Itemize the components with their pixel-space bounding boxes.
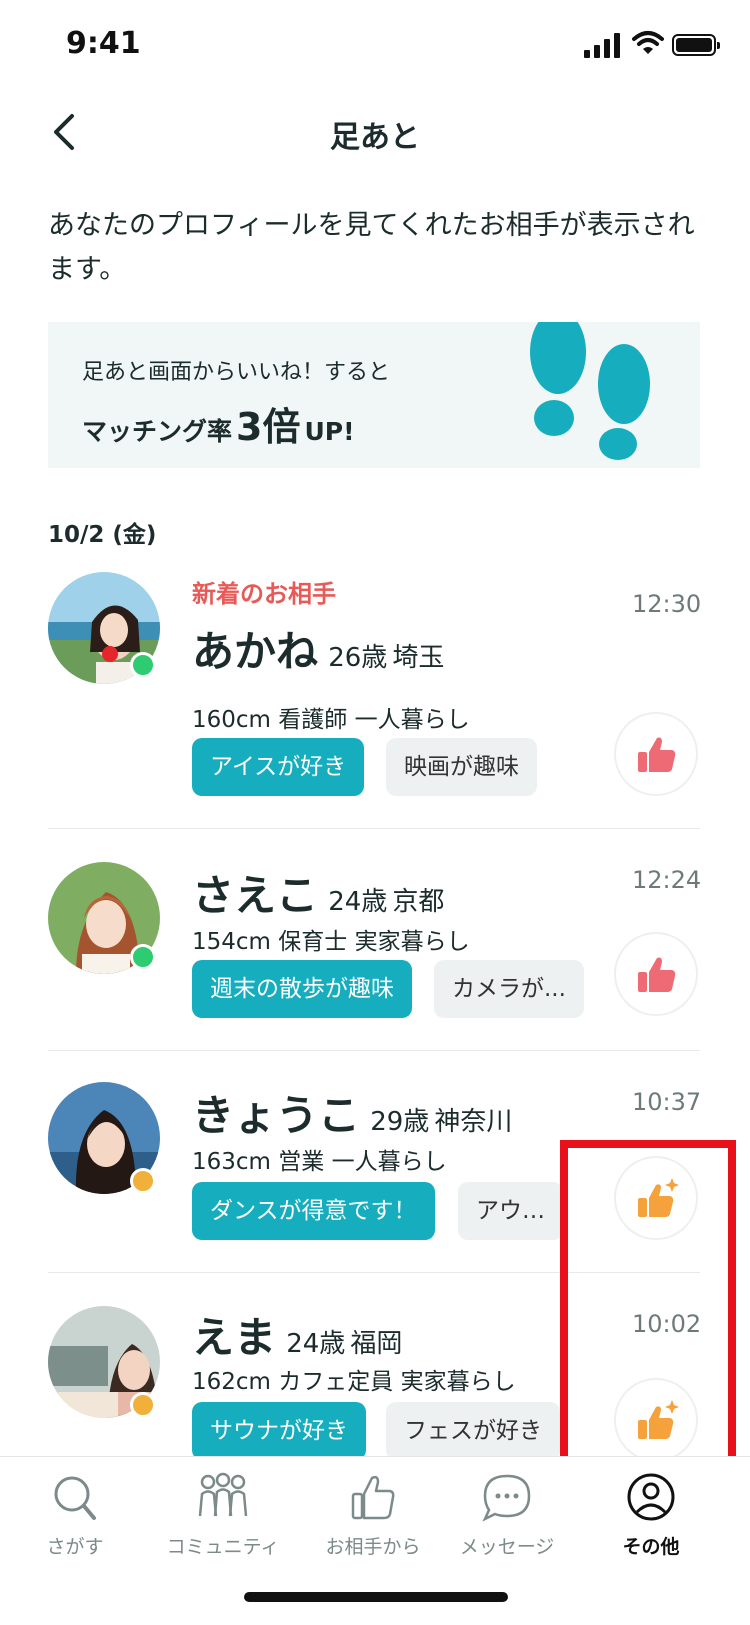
tab-other[interactable]: その他 [576, 1472, 726, 1559]
user-name: さえこ [192, 871, 319, 920]
highlight-box [560, 1140, 736, 1464]
banner-headline: マッチング率 3倍 UP! [82, 396, 355, 451]
search-icon [54, 1476, 96, 1520]
user-prefecture: 京都 [392, 887, 445, 917]
user-name: えま [192, 1313, 277, 1362]
profile-tag[interactable]: フェスが好き [386, 1402, 560, 1460]
user-age: 26歳 [328, 643, 388, 673]
tab-messages[interactable]: メッセージ [432, 1472, 582, 1559]
row-divider [48, 1050, 700, 1051]
profile-tag[interactable]: 週末の散歩が趣味 [192, 960, 412, 1018]
user-name-line[interactable]: さえこ 24歳 京都 [192, 862, 444, 923]
battery-icon [672, 34, 720, 56]
tab-label: メッセージ [459, 1536, 555, 1558]
chat-bubble-icon [482, 1474, 531, 1522]
tab-label: さがす [46, 1536, 104, 1558]
user-info: 163cm 営業 一人暮らし [192, 1149, 447, 1175]
footprints-icon [530, 322, 650, 460]
thumbs-up-icon [638, 957, 676, 992]
visit-time: 12:30 [632, 590, 702, 618]
thumbs-up-icon [351, 1475, 395, 1520]
tab-likes-received[interactable]: お相手から [298, 1472, 448, 1559]
banner-headline-big: 3倍 [236, 405, 301, 449]
online-status-dot [130, 652, 156, 678]
visit-time: 12:24 [632, 866, 702, 894]
visit-time: 10:37 [632, 1088, 702, 1116]
tab-label: お相手から [325, 1536, 421, 1558]
user-prefecture: 福岡 [350, 1329, 403, 1359]
user-name-line[interactable]: きょうこ 29歳 神奈川 [192, 1082, 512, 1143]
date-header: 10/2 (金) [48, 522, 157, 548]
user-name-line[interactable]: えま 24歳 福岡 [192, 1304, 402, 1365]
user-name-line[interactable]: あかね 26歳 埼玉 [192, 618, 444, 679]
user-info: 162cm カフェ定員 実家暮らし [192, 1369, 516, 1395]
user-info: 160cm 看護師 一人暮らし [192, 707, 470, 733]
online-status-dot [130, 944, 156, 970]
user-age: 29歳 [370, 1107, 430, 1137]
status-time: 9:41 [66, 26, 141, 61]
tab-search[interactable]: さがす [0, 1472, 150, 1559]
wifi-icon [632, 31, 664, 54]
banner-headline-prefix: マッチング率 [82, 417, 233, 446]
away-status-dot [130, 1168, 156, 1194]
tab-label: その他 [622, 1536, 680, 1558]
user-age: 24歳 [328, 887, 388, 917]
page-description: あなたのプロフィールを見てくれたお相手が表示されます。 [48, 210, 695, 285]
user-info: 154cm 保育士 実家暮らし [192, 929, 470, 955]
tab-label: コミュニティ [166, 1536, 280, 1558]
user-prefecture: 埼玉 [392, 643, 445, 673]
away-status-dot [130, 1392, 156, 1418]
user-age: 24歳 [286, 1329, 346, 1359]
signal-icon [584, 32, 622, 58]
banner-text: 足あと画面からいいね！すると [82, 360, 391, 385]
profile-tag[interactable]: アウ… [458, 1182, 563, 1240]
like-button[interactable] [614, 712, 698, 796]
new-badge: 新着のお相手 [192, 580, 336, 608]
thumbs-up-icon [638, 737, 676, 772]
page-title: 足あと [330, 120, 420, 155]
profile-tag[interactable]: 映画が趣味 [386, 738, 537, 796]
profile-tag[interactable]: アイスが好き [192, 738, 365, 796]
community-icon [198, 1472, 248, 1517]
tab-community[interactable]: コミュニティ [148, 1472, 298, 1559]
user-name: きょうこ [192, 1091, 361, 1140]
profile-icon [627, 1473, 675, 1521]
user-prefecture: 神奈川 [434, 1107, 513, 1137]
user-name: あかね [192, 627, 319, 676]
profile-tag[interactable]: カメラが... [434, 960, 584, 1018]
profile-tag[interactable]: ダンスが得意です！ [192, 1182, 435, 1240]
like-button[interactable] [614, 932, 698, 1016]
home-indicator[interactable] [244, 1592, 508, 1602]
row-divider [48, 828, 700, 829]
profile-tag[interactable]: サウナが好き [192, 1402, 366, 1460]
banner-headline-suffix: UP! [304, 417, 355, 446]
